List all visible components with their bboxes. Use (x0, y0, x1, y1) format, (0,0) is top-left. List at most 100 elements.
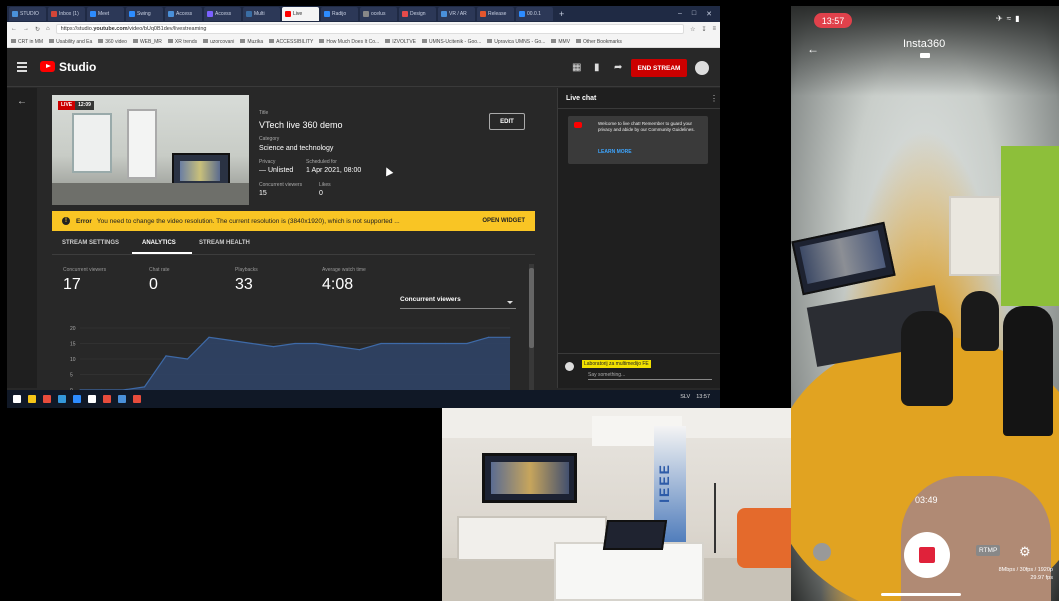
downloads-icon[interactable]: ↧ (701, 26, 706, 33)
learn-more-link[interactable]: LEARN MORE (598, 149, 632, 155)
windows-start-icon[interactable] (13, 395, 21, 403)
live-chat-panel: Live chat ⋮ Welcome to live chat! Rememb… (557, 88, 720, 388)
youtube-logo-icon[interactable] (40, 61, 55, 72)
video-title: VTech live 360 demo (259, 120, 343, 130)
gear-icon[interactable]: ⚙ (1019, 544, 1031, 560)
bookmark-item[interactable]: XR trends (168, 39, 197, 45)
tab-label: STUDIO (20, 11, 39, 17)
browser-tab[interactable]: VR / AR (438, 7, 475, 21)
chat-input[interactable]: Say something... (588, 372, 712, 380)
chat-more-icon[interactable]: ⋮ (710, 94, 718, 103)
browser-tab[interactable]: 00.0.1 (516, 7, 553, 21)
dashboard-icon[interactable]: ▦ (572, 63, 582, 73)
stat-concurrent-viewers-label: Concurrent viewers (63, 267, 107, 273)
taskbar-app-icon[interactable] (118, 395, 126, 403)
tab-analytics[interactable]: ANALYTICS (142, 240, 176, 246)
bookmark-item[interactable]: Usability and Ea (49, 39, 92, 45)
hamburger-menu-icon[interactable] (17, 62, 27, 72)
chart-data-point (315, 342, 318, 345)
chart-data-point (165, 355, 167, 357)
rtmp-badge[interactable]: RTMP (976, 545, 1001, 556)
tray-language[interactable]: SLV (680, 394, 690, 400)
tab-stream-settings[interactable]: STREAM SETTINGS (62, 240, 119, 246)
taskbar-app-icon[interactable] (103, 395, 111, 403)
browser-tab[interactable]: Design (399, 7, 436, 21)
app-title: Insta360 (903, 38, 946, 50)
maximize-icon[interactable]: □ (692, 10, 696, 18)
edit-button[interactable]: EDIT (489, 113, 525, 130)
lens-switch-icon[interactable] (813, 543, 831, 561)
browser-tab[interactable]: Live (282, 7, 319, 21)
tab-label: Meet (98, 11, 110, 17)
reload-icon[interactable]: ↻ (35, 26, 40, 33)
bookmark-item[interactable]: ACCESSIBILITY (269, 39, 313, 45)
tab-favicon-icon (129, 11, 135, 17)
bookmark-star-icon[interactable]: ☆ (690, 26, 695, 33)
bookmark-item[interactable]: 360 video (98, 39, 127, 45)
end-stream-button[interactable]: END STREAM (631, 59, 687, 77)
screen: STUDIO Inbox (1) Meet Swing Access Access Mult… (0, 0, 1059, 601)
bookmark-item[interactable]: MMV (551, 39, 570, 45)
bookmark-item[interactable]: IZVOLTVE (385, 39, 416, 45)
taskbar-app-icon[interactable] (88, 395, 96, 403)
y-tick-label: 5 (70, 373, 73, 379)
bookmark-icon[interactable]: ▮ (594, 63, 604, 73)
close-icon[interactable]: ✕ (706, 10, 712, 18)
bookmark-item[interactable]: UMNS-Ucitenik - Goo... (422, 39, 481, 45)
open-widget-button[interactable]: OPEN WIDGET (482, 218, 525, 224)
taskbar-app-icon[interactable] (28, 395, 36, 403)
bookmark-item[interactable]: Muzika (240, 39, 263, 45)
home-icon[interactable]: ⌂ (46, 26, 50, 32)
forward-icon[interactable]: → (23, 26, 29, 32)
back-arrow-icon[interactable]: ← (807, 42, 819, 56)
browser-tab[interactable]: Inbox (1) (48, 7, 85, 21)
browser-tab[interactable]: Meet (87, 7, 124, 21)
bookmark-item[interactable]: Other Bookmarks (576, 39, 622, 45)
tab-label: Inbox (1) (59, 11, 79, 17)
metric-dropdown[interactable]: Concurrent viewers (400, 296, 516, 309)
scrollbar-thumb[interactable] (529, 268, 534, 348)
browser-tab[interactable]: Radijo (321, 7, 358, 21)
bookmark-item[interactable]: How Much Does It Co... (319, 39, 379, 45)
wall-display (482, 453, 577, 503)
minimize-icon[interactable]: – (678, 10, 682, 18)
tab-label: VR / AR (449, 11, 467, 17)
address-bar-row: ← → ↻ ⌂ https://studio.youtube.com/video… (7, 22, 720, 36)
browser-tab[interactable]: ocelus (360, 7, 397, 21)
live-duration: 12:09 (75, 101, 94, 110)
bookmark-item[interactable]: Upravica UMNS - Go... (487, 39, 545, 45)
browser-tab[interactable]: Multi (243, 7, 280, 21)
taskbar-app-icon[interactable] (43, 395, 51, 403)
mouse-cursor-icon (382, 165, 394, 177)
browser-tab[interactable]: Release (477, 7, 514, 21)
tray-clock[interactable]: 13:57 (696, 394, 710, 400)
account-avatar[interactable] (695, 61, 709, 75)
taskbar-app-icon[interactable] (58, 395, 66, 403)
y-tick-label: 20 (70, 326, 76, 332)
browser-tab[interactable]: Swing (126, 7, 163, 21)
taskbar-app-icon[interactable] (73, 395, 81, 403)
tab-favicon-icon (207, 11, 213, 17)
back-icon[interactable]: ← (11, 26, 17, 32)
category-label: Category (259, 136, 280, 142)
stream-preview-thumbnail[interactable] (52, 95, 249, 205)
browser-tab[interactable]: Access (204, 7, 241, 21)
home-indicator[interactable] (881, 593, 961, 596)
url-input[interactable]: https://studio.youtube.com/video/bUq0B1d… (55, 24, 685, 34)
taskbar-app-icon[interactable] (133, 395, 141, 403)
menu-icon[interactable]: ≡ (712, 26, 716, 32)
chat-welcome-text: Welcome to live chat! Remember to guard … (598, 121, 695, 132)
orange-sofa (737, 508, 791, 568)
share-icon[interactable]: ➦ (614, 63, 624, 73)
tab-stream-health[interactable]: STREAM HEALTH (199, 240, 250, 246)
tab-label: 00.0.1 (527, 11, 541, 17)
browser-tab[interactable]: STUDIO (9, 7, 46, 21)
bookmark-item[interactable]: CRT in MM (11, 39, 43, 45)
insta360-phone-screen: 13:57 ✈≈▮ ← Insta360 03:49 RTMP ⚙ 8Mbps … (791, 6, 1059, 601)
bookmark-item[interactable]: WEB_MR (133, 39, 162, 45)
browser-tab[interactable]: Access (165, 7, 202, 21)
new-tab-icon[interactable]: + (559, 9, 564, 19)
bookmark-item[interactable]: uzorcovani (203, 39, 234, 45)
back-arrow-icon[interactable]: ← (17, 96, 27, 107)
stop-record-button[interactable] (904, 532, 950, 578)
